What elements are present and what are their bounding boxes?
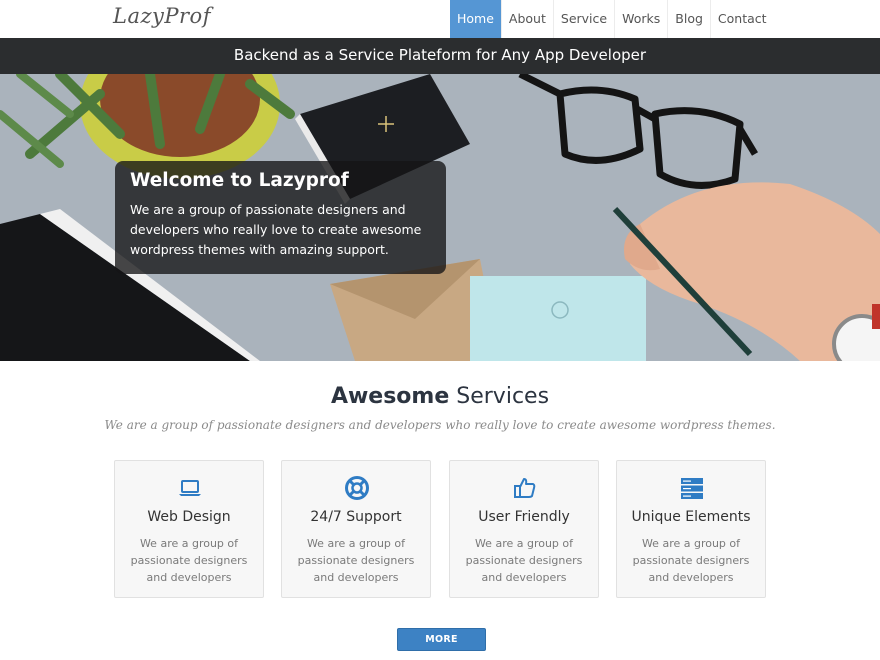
welcome-card: Welcome to Lazyprof We are a group of pa… <box>115 161 446 274</box>
nav-item-blog[interactable]: Blog <box>667 0 710 38</box>
services-subtitle: We are a group of passionate designers a… <box>104 418 776 432</box>
navbar: LazyProf Home About Service Works Blog C… <box>0 0 880 38</box>
nav-item-contact[interactable]: Contact <box>709 0 774 38</box>
service-card-text: We are a group of passionate designers a… <box>130 537 248 584</box>
server-icon <box>681 478 703 499</box>
service-card-web-design[interactable]: Web Design We are a group of passionate … <box>114 460 264 598</box>
service-card-user-friendly[interactable]: User Friendly We are a group of passiona… <box>449 460 599 598</box>
welcome-title: Welcome to Lazyprof <box>130 170 349 191</box>
thumbs-up-icon <box>514 478 536 498</box>
service-card-title: User Friendly <box>478 509 570 525</box>
welcome-text: We are a group of passionate designers a… <box>130 202 422 257</box>
service-card-support[interactable]: 24/7 Support We are a group of passionat… <box>281 460 431 598</box>
main-nav: Home About Service Works Blog Contact <box>450 0 774 38</box>
life-ring-icon <box>345 476 369 500</box>
site-logo[interactable]: LazyProf <box>113 4 211 28</box>
hero-section: Welcome to Lazyprof We are a group of pa… <box>0 74 880 361</box>
service-card-text: We are a group of passionate designers a… <box>297 537 415 584</box>
nav-item-works[interactable]: Works <box>614 0 667 38</box>
laptop-icon <box>179 480 201 496</box>
tagline-banner: Backend as a Service Plateform for Any A… <box>0 38 880 74</box>
more-services-button[interactable]: MORE SERVICES <box>397 628 486 660</box>
services-heading: Awesome Services <box>0 384 880 409</box>
services-heading-strong: Awesome <box>330 384 450 409</box>
service-card-title: Unique Elements <box>631 509 751 525</box>
nav-item-about[interactable]: About <box>500 0 553 38</box>
service-card-unique-elements[interactable]: Unique Elements We are a group of passio… <box>616 460 766 598</box>
service-card-text: We are a group of passionate designers a… <box>632 537 750 584</box>
service-card-title: Web Design <box>147 509 231 525</box>
nav-item-service[interactable]: Service <box>552 0 614 38</box>
service-card-title: 24/7 Support <box>310 509 402 525</box>
nav-item-home[interactable]: Home <box>450 0 501 38</box>
services-heading-rest: Services <box>456 384 550 409</box>
service-card-text: We are a group of passionate designers a… <box>465 537 583 584</box>
